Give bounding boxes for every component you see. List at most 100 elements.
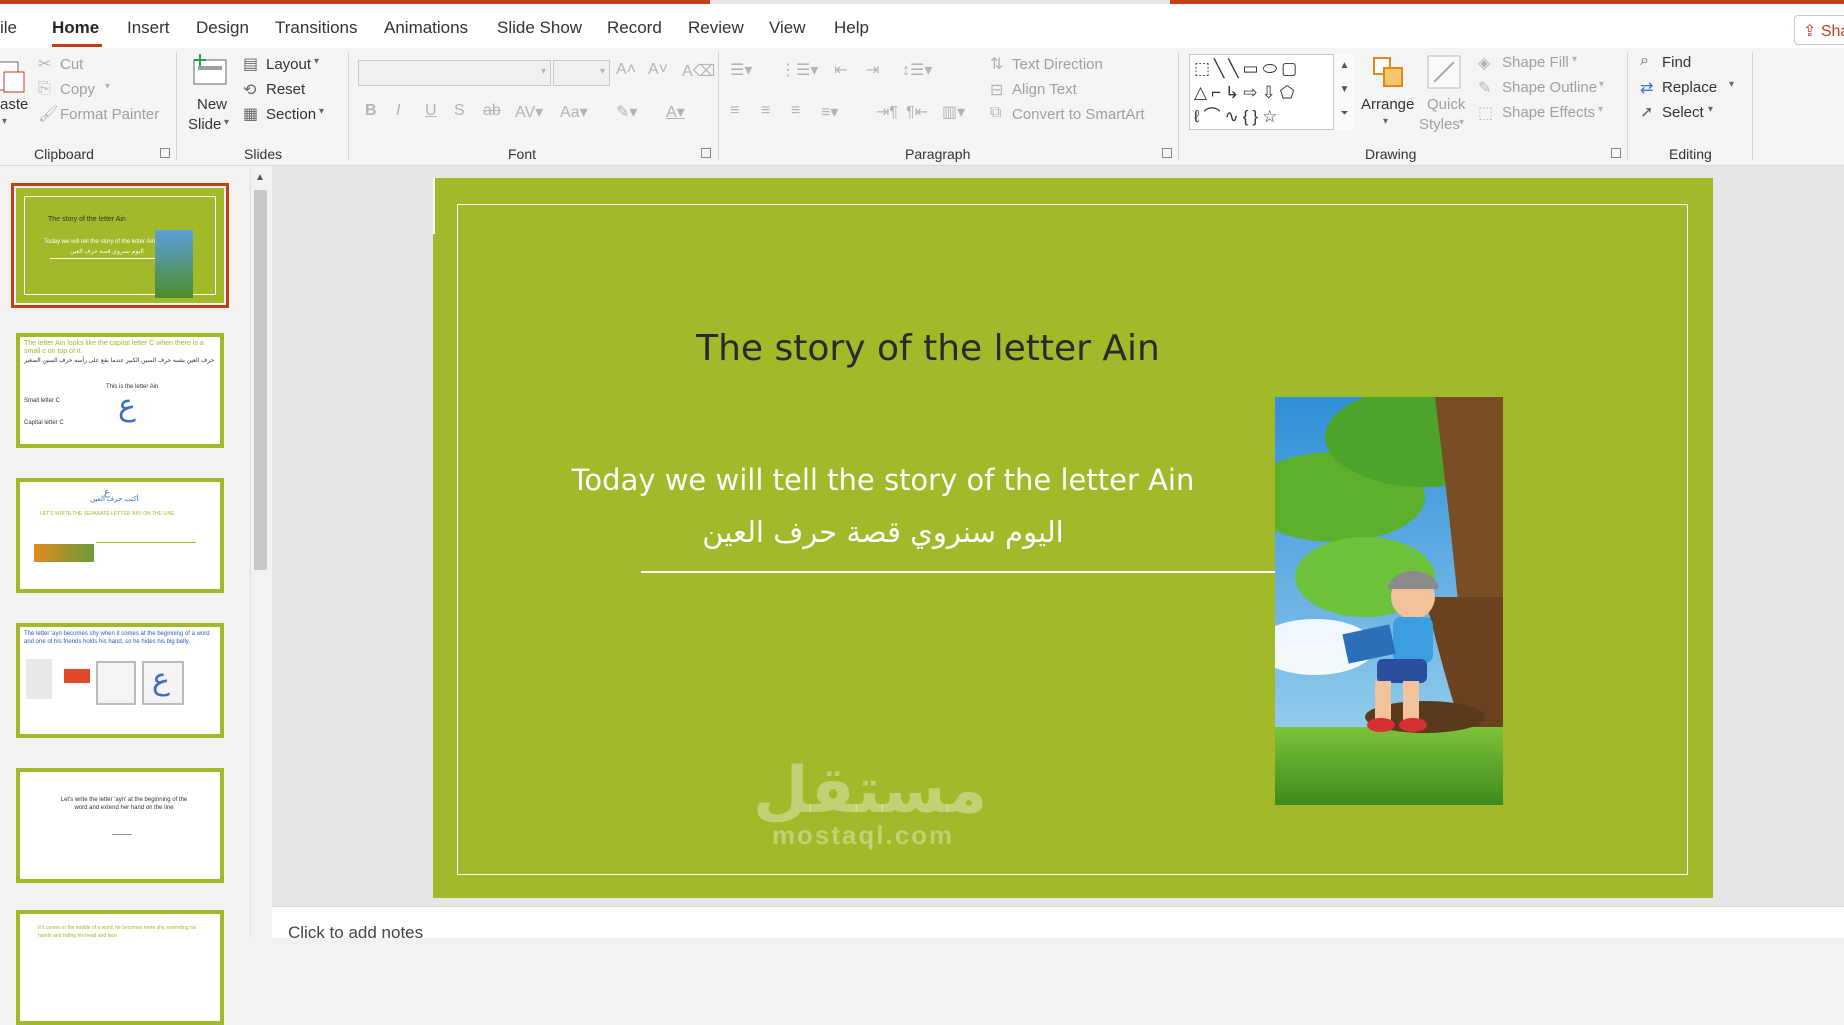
- shapes-gallery[interactable]: ⬚╲╲▭⬭▢ △⌐↳⇨⇩⬠ ℓ⌒∿{}☆: [1189, 54, 1355, 130]
- slide-thumbnail-2[interactable]: The letter Ain looks like the capital le…: [16, 333, 224, 448]
- notes-placeholder[interactable]: Click to add notes: [288, 923, 423, 943]
- reset-button[interactable]: Reset: [266, 81, 305, 98]
- slide-arabic-subtitle[interactable]: اليوم سنروي قصة حرف العين: [433, 515, 1333, 549]
- justify-icon[interactable]: ≡▾: [821, 102, 838, 122]
- text-direction-button[interactable]: Text Direction: [1012, 56, 1103, 73]
- scrollbar-thumb[interactable]: [254, 190, 267, 570]
- ribbon-tabs: ile Home Insert Design Transitions Anima…: [0, 4, 1844, 48]
- align-text-button[interactable]: Align Text: [1012, 81, 1077, 98]
- slide-title[interactable]: The story of the letter Ain: [433, 328, 1423, 369]
- editing-group-label: Editing: [1669, 146, 1712, 162]
- text-shadow-icon[interactable]: S: [454, 102, 465, 120]
- separator: [176, 52, 177, 160]
- copy-button[interactable]: Copy: [60, 81, 95, 98]
- share-button[interactable]: ⇪ Sha: [1794, 15, 1844, 45]
- separator: [1752, 52, 1753, 160]
- ribbon-home: aste ▾ ✂ Cut ⎘ Copy ▾ 🖌 Format Painter C…: [0, 48, 1844, 166]
- shape-effects-button[interactable]: Shape Effects: [1502, 104, 1595, 121]
- paragraph-launcher-icon[interactable]: [1162, 148, 1172, 158]
- quick-styles-chevron-icon: ▾: [1459, 117, 1465, 128]
- align-left-icon[interactable]: ≡: [730, 102, 739, 120]
- slide-thumbnail-6[interactable]: If it comes in the middle of a word, he …: [16, 910, 224, 1025]
- separator: [718, 52, 719, 160]
- increase-font-size-icon[interactable]: A˄: [616, 61, 636, 79]
- thumb-4-glyph: ع: [152, 663, 170, 696]
- align-right-icon[interactable]: ≡: [791, 102, 800, 120]
- thumb-4-image-2: [64, 669, 90, 683]
- notes-pane[interactable]: Click to add notes: [272, 906, 1844, 942]
- underline-icon[interactable]: U: [425, 102, 437, 120]
- clipboard-launcher-icon[interactable]: [160, 148, 170, 158]
- font-color-icon[interactable]: A▾: [666, 102, 685, 122]
- tab-transitions[interactable]: Transitions: [275, 18, 358, 38]
- numbering-icon[interactable]: ⋮☰▾: [780, 60, 818, 80]
- slide-subtitle[interactable]: Today we will tell the story of the lett…: [433, 463, 1333, 497]
- clear-formatting-icon[interactable]: A⌫: [682, 61, 715, 81]
- replace-button[interactable]: Replace: [1662, 79, 1717, 96]
- highlight-color-icon[interactable]: ✎▾: [616, 102, 637, 122]
- thumb-2-capital: Capital letter C: [24, 420, 64, 426]
- shapes-row-1: ⬚╲╲▭⬭▢: [1194, 59, 1302, 78]
- tab-file[interactable]: ile: [0, 18, 17, 38]
- italic-icon[interactable]: I: [396, 102, 400, 120]
- shape-outline-button[interactable]: Shape Outline: [1502, 79, 1597, 96]
- change-case-icon[interactable]: Aa▾: [560, 102, 588, 122]
- align-center-icon[interactable]: ≡: [761, 102, 770, 120]
- slide-thumbnail-3[interactable]: أكتب حرف العين ع LET'S WRITE THE SEPARAT…: [16, 478, 224, 593]
- bullets-icon[interactable]: ☰▾: [730, 60, 752, 80]
- separator: [1627, 52, 1628, 160]
- shapes-gallery-scroll[interactable]: ▲ ▼ ⏷: [1333, 54, 1355, 130]
- cut-button[interactable]: Cut: [60, 56, 83, 73]
- tab-review[interactable]: Review: [688, 18, 744, 38]
- font-name-combo[interactable]: ▾: [358, 60, 551, 86]
- text-direction-icon: ⇅: [990, 56, 1004, 73]
- tab-insert[interactable]: Insert: [127, 18, 170, 38]
- font-launcher-icon[interactable]: [701, 148, 711, 158]
- find-button[interactable]: Find: [1662, 54, 1691, 71]
- tab-record[interactable]: Record: [607, 18, 662, 38]
- thumbnail-scrollbar[interactable]: ▲: [250, 168, 270, 938]
- tab-slide-show[interactable]: Slide Show: [497, 18, 582, 38]
- thumb-1-subtitle: Today we will tell the story of the lett…: [44, 239, 156, 245]
- select-button[interactable]: Select: [1662, 104, 1704, 121]
- font-size-combo[interactable]: ▾: [553, 60, 610, 86]
- font-name-chevron-icon: ▾: [540, 66, 546, 77]
- convert-smartart-button[interactable]: Convert to SmartArt: [1012, 106, 1145, 123]
- boy-reading-image[interactable]: [1275, 397, 1503, 805]
- drawing-launcher-icon[interactable]: [1611, 148, 1621, 158]
- decrease-indent-icon[interactable]: ⇤: [834, 60, 847, 80]
- decrease-font-size-icon[interactable]: A˅: [648, 61, 668, 79]
- slide-thumbnail-1[interactable]: The story of the letter Ain Today we wil…: [11, 183, 229, 308]
- current-slide[interactable]: The story of the letter Ain Today we wil…: [433, 178, 1713, 898]
- line-spacing-icon[interactable]: ↕☰▾: [902, 60, 932, 80]
- scroll-up-icon[interactable]: ▲: [255, 172, 265, 183]
- section-button[interactable]: Section: [266, 106, 316, 123]
- tab-animations[interactable]: Animations: [384, 18, 468, 38]
- new-slide-icon: [193, 54, 227, 85]
- share-label: Sha: [1820, 23, 1844, 40]
- character-spacing-icon[interactable]: AV▾: [515, 102, 543, 122]
- format-painter-button[interactable]: Format Painter: [60, 106, 159, 123]
- replace-icon: ⇄: [1640, 80, 1654, 97]
- layout-button[interactable]: Layout: [266, 56, 311, 73]
- smartart-icon: ⧉: [990, 104, 1002, 121]
- strikethrough-icon[interactable]: ab: [483, 102, 501, 120]
- columns-icon[interactable]: ▥▾: [942, 102, 965, 122]
- ltr-direction-icon[interactable]: ⇥¶: [876, 102, 898, 122]
- boy-reading-illustration: [1275, 397, 1503, 805]
- increase-indent-icon[interactable]: ⇥: [866, 60, 879, 80]
- section-icon: ▦: [243, 106, 259, 123]
- tab-home[interactable]: Home: [52, 18, 99, 38]
- tab-help[interactable]: Help: [834, 18, 869, 38]
- slide-thumbnail-4[interactable]: The letter 'ayn becomes shy when it come…: [16, 623, 224, 738]
- tab-view[interactable]: View: [769, 18, 806, 38]
- tab-design[interactable]: Design: [196, 18, 249, 38]
- layout-icon: ▤: [243, 56, 259, 73]
- arrange-label: Arrange: [1361, 96, 1415, 113]
- rtl-direction-icon[interactable]: ¶⇤: [906, 102, 928, 122]
- bold-icon[interactable]: B: [365, 102, 377, 120]
- layout-chevron-icon: ▾: [314, 56, 320, 67]
- thumb-1-arabic: اليوم سنروي قصة حرف العين: [70, 249, 144, 255]
- shape-fill-button[interactable]: Shape Fill: [1502, 54, 1569, 71]
- slide-thumbnail-5[interactable]: Let's write the letter 'ayn' at the begi…: [16, 768, 224, 883]
